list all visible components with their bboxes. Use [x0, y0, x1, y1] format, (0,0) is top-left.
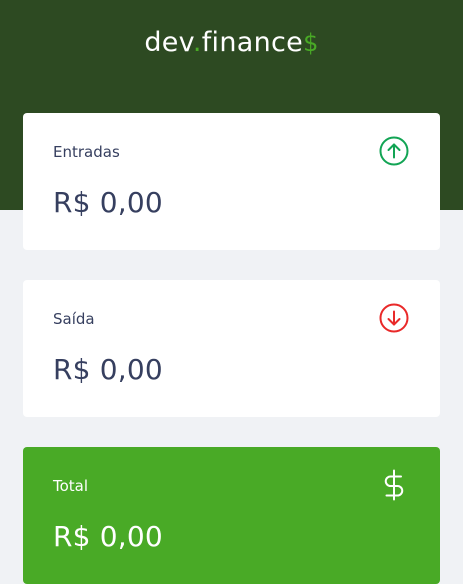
income-value: R$ 0,00	[53, 186, 163, 219]
logo-text-finance: finance	[201, 27, 304, 58]
logo-dot: .	[192, 27, 202, 58]
expense-card: Saída R$ 0,00	[23, 280, 440, 417]
income-card: Entradas R$ 0,00	[23, 113, 440, 250]
total-label: Total	[53, 477, 89, 495]
app-logo: dev.finance$	[0, 27, 463, 58]
total-card: Total R$ 0,00	[23, 447, 440, 584]
dollar-sign-icon	[384, 469, 404, 501]
arrow-down-circle-icon	[379, 303, 409, 333]
income-label: Entradas	[53, 143, 120, 161]
expense-label: Saída	[53, 310, 95, 328]
expense-value: R$ 0,00	[53, 353, 163, 386]
logo-text-dev: dev	[144, 27, 193, 58]
total-value: R$ 0,00	[53, 520, 163, 553]
arrow-up-circle-icon	[379, 136, 409, 166]
logo-dollar: $	[303, 29, 319, 57]
